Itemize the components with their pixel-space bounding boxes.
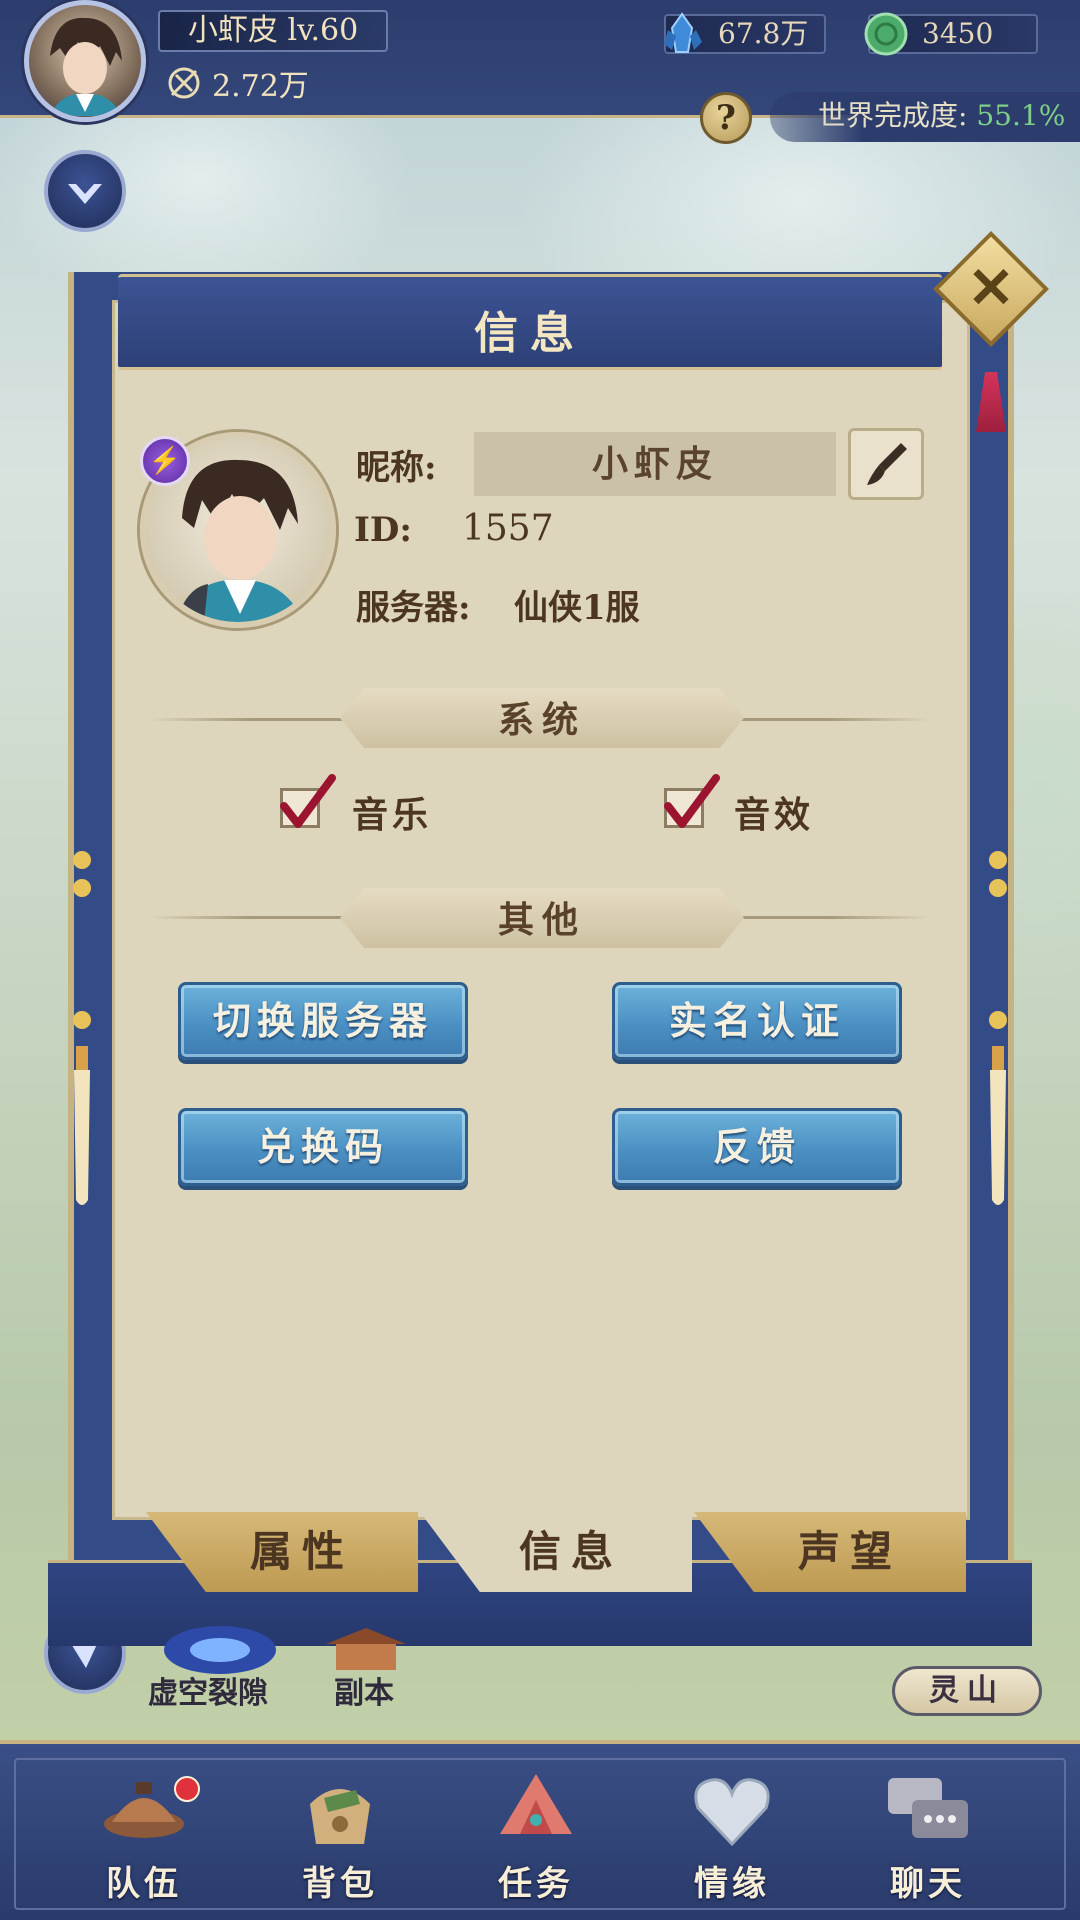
crystal-currency[interactable]: 67.8万 [664,12,826,54]
power-row: 2.72万 [166,62,309,104]
nav-item-bond[interactable]: 情缘 [662,1764,802,1914]
id-label: ID: [354,510,412,550]
nav-item-quest[interactable]: 任务 [466,1764,606,1914]
nav-label-bond: 情缘 [694,1864,770,1904]
nav-label-quest: 任务 [498,1864,574,1904]
redeem-code-button[interactable]: 兑换码 [178,1108,468,1186]
section-divider [150,718,350,721]
server-label: 服务器: [356,588,471,628]
section-divider [730,718,930,721]
notification-badge [174,1776,200,1802]
hero-portrait-icon [50,17,122,116]
world-completion-label: 世界完成度: [818,99,968,132]
help-button[interactable]: ? [700,92,752,144]
dialog-title: 信息 [474,308,586,359]
quest-icon [500,1774,572,1834]
system-section-title: 系统 [497,699,586,741]
bond-icon [694,1778,770,1847]
chat-icon [888,1778,968,1838]
section-divider [150,916,350,919]
other-section-title: 其他 [497,899,586,941]
backpack-icon [310,1789,370,1844]
nav-label-backpack: 背包 [302,1864,378,1904]
crystal-icon [664,12,702,53]
jade-currency[interactable]: 3450 [864,12,1038,56]
nav-label-team: 队伍 [106,1864,182,1904]
checkmark-icon [664,774,720,828]
sfx-label: 音效 [734,794,815,836]
right-tassel-icon [989,851,1007,1205]
crystal-value: 67.8万 [718,17,809,50]
id-value: 1557 [462,508,554,549]
bottom-nav: 队伍 背包 任务 情缘 聊天 [0,1740,1080,1920]
lingshan-button[interactable]: 灵山 [892,1666,1042,1716]
nickname-label: 昵称: [356,448,437,488]
side-menu-button[interactable] [44,150,126,232]
close-icon[interactable]: ✕ [950,248,1032,330]
world-completion: 世界完成度: 55.1% [770,92,1080,142]
tab-reputation-label: 声望 [797,1527,902,1576]
dungeon-label[interactable]: 副本 [334,1668,394,1712]
player-name-level: 小虾皮 lv.60 [158,10,388,52]
nav-item-chat[interactable]: 聊天 [858,1764,998,1914]
dialog-title-banner: 信息 [118,274,942,370]
nickname-field[interactable]: 小虾皮 [474,432,836,496]
jade-coin-icon [864,12,908,56]
chevron-emblem-icon [68,184,102,204]
dungeon-icon [326,1628,406,1670]
feedback-button[interactable]: 反馈 [612,1108,902,1186]
combat-power-value: 2.72万 [212,69,309,104]
class-badge-icon: ⚡ [140,436,190,486]
real-name-verify-button[interactable]: 实名认证 [612,982,902,1060]
left-tassel-icon [73,851,91,1205]
team-icon [104,1782,184,1838]
nav-label-chat: 聊天 [890,1864,966,1904]
brush-icon [867,443,907,485]
combat-power-icon [168,67,200,99]
switch-server-button[interactable]: 切换服务器 [178,982,468,1060]
void-rift-label[interactable]: 虚空裂隙 [148,1668,268,1712]
tab-attributes-label: 属性 [249,1527,354,1576]
tab-info-label: 信息 [518,1527,623,1576]
music-label: 音乐 [352,794,433,836]
jade-value: 3450 [922,17,994,50]
checkmark-icon [280,774,336,828]
world-completion-value: 55.1% [976,99,1066,132]
section-divider [730,916,930,919]
edit-nickname-button[interactable] [848,428,924,500]
nav-item-backpack[interactable]: 背包 [270,1764,410,1914]
player-avatar[interactable] [24,0,146,122]
server-value: 仙侠1服 [514,588,640,628]
